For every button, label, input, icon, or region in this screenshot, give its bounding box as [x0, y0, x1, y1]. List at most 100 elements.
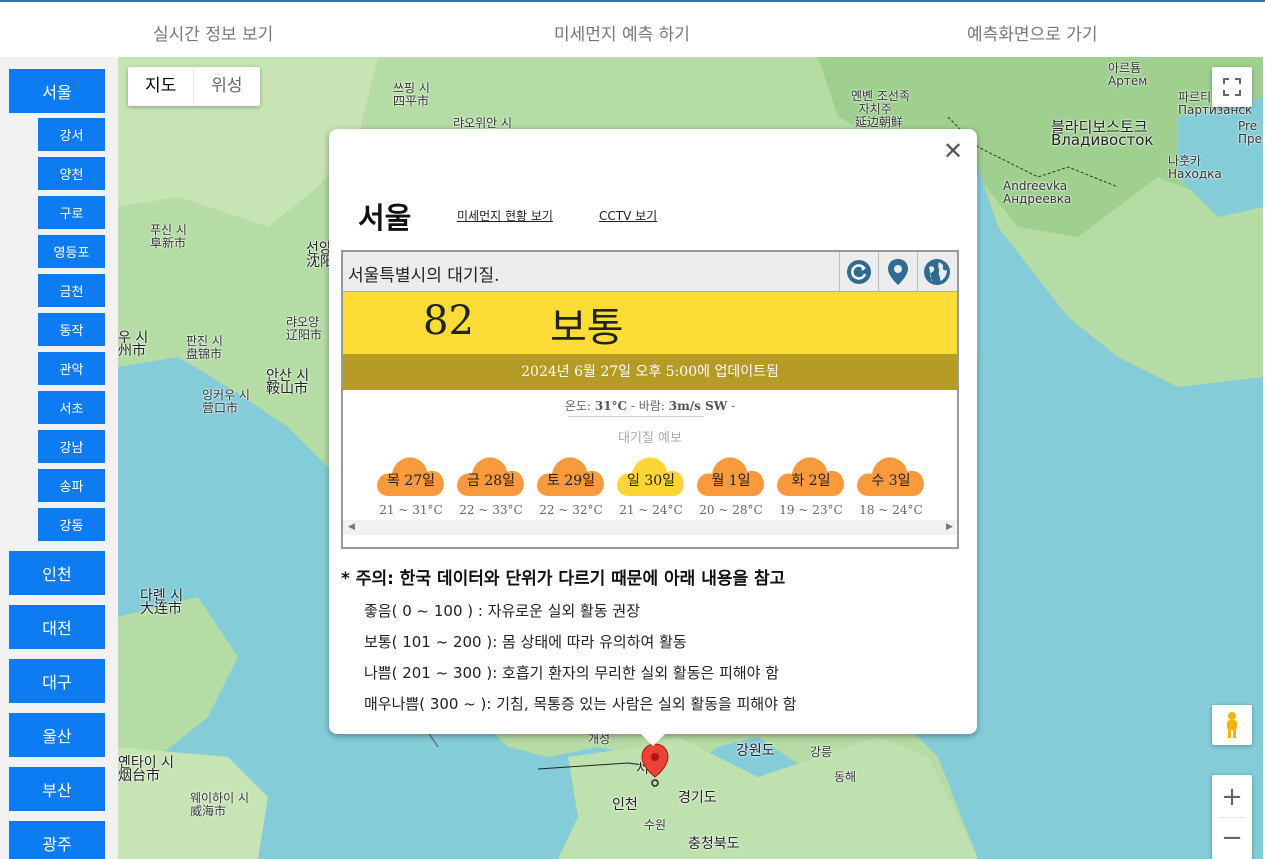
region-button-gwangju[interactable]: 광주: [9, 821, 105, 859]
location-button[interactable]: [878, 252, 917, 292]
forecast-day-label: 화 2일: [791, 473, 831, 489]
zoom-out-button[interactable]: −: [1212, 818, 1252, 858]
map-label: 아르툠 Артем: [1108, 61, 1148, 88]
map-label: 강원도: [736, 743, 775, 759]
forecast-temp-range: 20 ~ 28°C: [699, 503, 763, 517]
district-button[interactable]: 금천: [38, 274, 105, 307]
map-label: 우 시 州市: [118, 330, 149, 359]
forecast-day: 화 2일 19 ~ 23°C: [775, 446, 847, 517]
wind-value: 3m/s SW: [668, 399, 728, 413]
region-button-daejeon[interactable]: 대전: [9, 605, 105, 649]
aqi-value: 82: [423, 298, 474, 344]
scroll-right-icon[interactable]: ▶: [946, 522, 953, 532]
map-label: 경기도: [678, 790, 717, 806]
map-label: 강릉: [810, 745, 833, 759]
map-label: 수원: [644, 818, 667, 832]
district-button[interactable]: 영등포: [38, 235, 105, 268]
forecast-day: 월 1일 20 ~ 28°C: [695, 446, 767, 517]
forecast-temp-range: 18 ~ 24°C: [859, 503, 923, 517]
forecast-day: 일 30일 21 ~ 24°C: [615, 446, 687, 517]
forecast-day-label: 수 3일: [871, 473, 911, 489]
close-icon[interactable]: ✕: [941, 139, 965, 163]
forecast-temp-range: 19 ~ 23°C: [779, 503, 843, 517]
forecast-day-label: 월 1일: [711, 473, 751, 489]
nav-realtime-link[interactable]: 실시간 정보 보기: [153, 20, 273, 45]
region-button-incheon[interactable]: 인천: [9, 551, 105, 595]
district-button[interactable]: 강동: [38, 508, 105, 541]
popup-city-title: 서울: [358, 201, 412, 235]
map-label: 충청북도: [688, 836, 740, 852]
map-type-control: 지도 위성: [128, 67, 260, 106]
map-label: 인천: [612, 797, 638, 813]
forecast-temp-range: 21 ~ 24°C: [619, 503, 683, 517]
pegman-icon: [1227, 712, 1237, 738]
map-label: 판진 시 盘锦市: [186, 334, 223, 361]
map-label: 웨이하이 시 威海市: [190, 791, 250, 818]
fullscreen-button[interactable]: [1212, 67, 1252, 107]
region-button-busan[interactable]: 부산: [9, 767, 105, 811]
region-button-daegu[interactable]: 대구: [9, 659, 105, 703]
district-button[interactable]: 강남: [38, 430, 105, 463]
weather-line: 온도: 31°C - 바람: 3m/s SW -: [564, 399, 736, 413]
district-button[interactable]: 송파: [38, 469, 105, 502]
nav-forecast-link[interactable]: 미세먼지 예측 하기: [554, 20, 690, 45]
forecast-day-label: 일 30일: [626, 473, 676, 489]
region-button-seoul[interactable]: 서울: [9, 69, 105, 113]
dust-status-link[interactable]: 미세먼지 현황 보기: [457, 207, 553, 224]
aqi-widget-title: 서울특별시의 대기질.: [348, 266, 500, 286]
map-type-satellite-button[interactable]: 위성: [193, 67, 259, 106]
map-label: 나훗카 Находка: [1168, 154, 1222, 181]
map-label: 옌타이 시 烟台市: [118, 755, 174, 784]
popup-tail: [639, 732, 667, 746]
map-label: 잉커우 시 营口市: [202, 388, 250, 415]
map-label: 안산 시 鞍山市: [266, 368, 310, 397]
cctv-link[interactable]: CCTV 보기: [599, 207, 657, 224]
map-label: 개성: [588, 732, 611, 746]
forecast-day-label: 토 29일: [546, 473, 596, 489]
map-label: 동해: [834, 770, 857, 784]
forecast-temp-range: 22 ~ 32°C: [539, 503, 603, 517]
scroll-left-icon[interactable]: ◀: [348, 522, 355, 532]
district-button[interactable]: 구로: [38, 196, 105, 229]
map-label: 옌볜 조선족 자치주 延边朝鲜: [851, 89, 911, 129]
notice-line: 나쁨( 201 ~ 300 ): 호흡기 환자의 무리한 실외 활동은 피해야 …: [364, 664, 780, 682]
globe-icon: [924, 259, 950, 285]
seoul-marker-icon[interactable]: [640, 743, 670, 789]
district-button[interactable]: 서초: [38, 391, 105, 424]
top-nav: 실시간 정보 보기 미세먼지 예측 하기 예측화면으로 가기: [0, 0, 1265, 57]
map-label: 블라디보스토크 Владивосток: [1051, 118, 1154, 149]
zoom-in-button[interactable]: +: [1212, 777, 1252, 817]
map-label: 다롄 시 大连市: [140, 588, 184, 617]
notice-line: 매우나쁨( 300 ~ ): 기침, 목통증 있는 사람은 실외 활동을 피해야…: [364, 695, 797, 713]
forecast-scrollbar[interactable]: ◀ ▶: [343, 520, 957, 535]
notice-title: * 주의: 한국 데이터와 단위가 다르기 때문에 아래 내용을 참고: [341, 569, 786, 589]
notice-line: 좋음( 0 ~ 100 ) : 자유로운 실외 활동 권장: [364, 602, 641, 620]
map-label: 푸신 시 阜新市: [150, 223, 187, 250]
region-button-ulsan[interactable]: 울산: [9, 713, 105, 757]
fullscreen-icon: [1223, 78, 1241, 96]
sidebar: 서울 강서 양천 구로 영등포 금천 동작 관악 서초 강남 송파 강동 인천 …: [0, 57, 118, 859]
map-label: Andreevka Андреевка: [1003, 179, 1072, 206]
divider: [568, 416, 704, 417]
aqi-widget: 서울특별시의 대기질. 82 보통 2024년 6월 27일 오후 5:00에 …: [341, 250, 959, 549]
map-type-map-button[interactable]: 지도: [128, 67, 193, 106]
forecast-temp-range: 22 ~ 33°C: [459, 503, 523, 517]
district-button[interactable]: 강서: [38, 118, 105, 151]
refresh-button[interactable]: [839, 252, 878, 292]
forecast-day: 금 28일 22 ~ 33°C: [455, 446, 527, 517]
forecast-temp-range: 21 ~ 31°C: [379, 503, 443, 517]
district-button[interactable]: 동작: [38, 313, 105, 346]
aqi-level: 보통: [550, 305, 624, 351]
street-view-button[interactable]: [1212, 705, 1252, 745]
aqi-widget-header: 서울특별시의 대기질.: [343, 252, 957, 292]
zoom-control: + −: [1212, 775, 1252, 859]
map-label: 쓰핑 시 四平市: [393, 81, 430, 108]
map-label: Pre Пре: [1238, 119, 1263, 146]
forecast-title: 대기질 예보: [618, 431, 682, 446]
aqi-updated-text: 2024년 6월 27일 오후 5:00에 업데이트됨: [343, 354, 957, 390]
district-button[interactable]: 관악: [38, 352, 105, 385]
district-button[interactable]: 양천: [38, 157, 105, 190]
forecast-day-label: 목 27일: [386, 473, 436, 489]
nav-to-forecast-link[interactable]: 예측화면으로 가기: [967, 20, 1098, 45]
globe-button[interactable]: [917, 252, 956, 292]
